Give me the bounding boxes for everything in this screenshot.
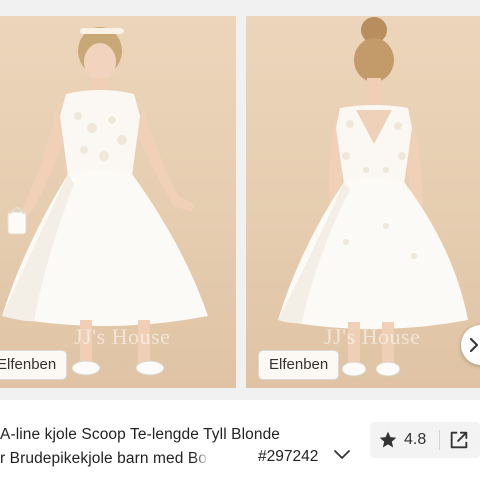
image-watermark: JJ's House — [324, 324, 421, 349]
rating-value: 4.8 — [404, 431, 427, 448]
color-tag: Elfenben — [258, 350, 340, 380]
product-image-front[interactable]: JJ's House Elfenben — [0, 16, 236, 388]
color-tag: Elfenben — [0, 350, 68, 380]
product-sku: #297242 — [256, 448, 319, 466]
product-title-line-2: r Brudepikekjole barn med Bo — [0, 450, 207, 468]
product-title-text: r Brudepikekjole barn med — [0, 450, 188, 467]
chevron-down-icon[interactable] — [333, 448, 351, 462]
product-title-overflow: Bo — [187, 450, 208, 467]
product-title-line-1: A-line kjole Scoop Te-lengde Tyll Blonde — [0, 426, 281, 443]
chevron-right-icon — [470, 338, 478, 352]
product-image-back[interactable]: JJ's House Elfenben — [246, 16, 480, 388]
star-icon — [379, 431, 397, 448]
image-gallery[interactable]: JJ's House Elfenben JJ's House Elfenben — [0, 0, 480, 400]
image-watermark: JJ's House — [74, 324, 171, 349]
product-actions: 4.8 — [370, 422, 480, 458]
actions-divider — [439, 430, 440, 450]
rating-button[interactable]: 4.8 — [378, 429, 426, 451]
share-icon[interactable] — [448, 429, 470, 451]
